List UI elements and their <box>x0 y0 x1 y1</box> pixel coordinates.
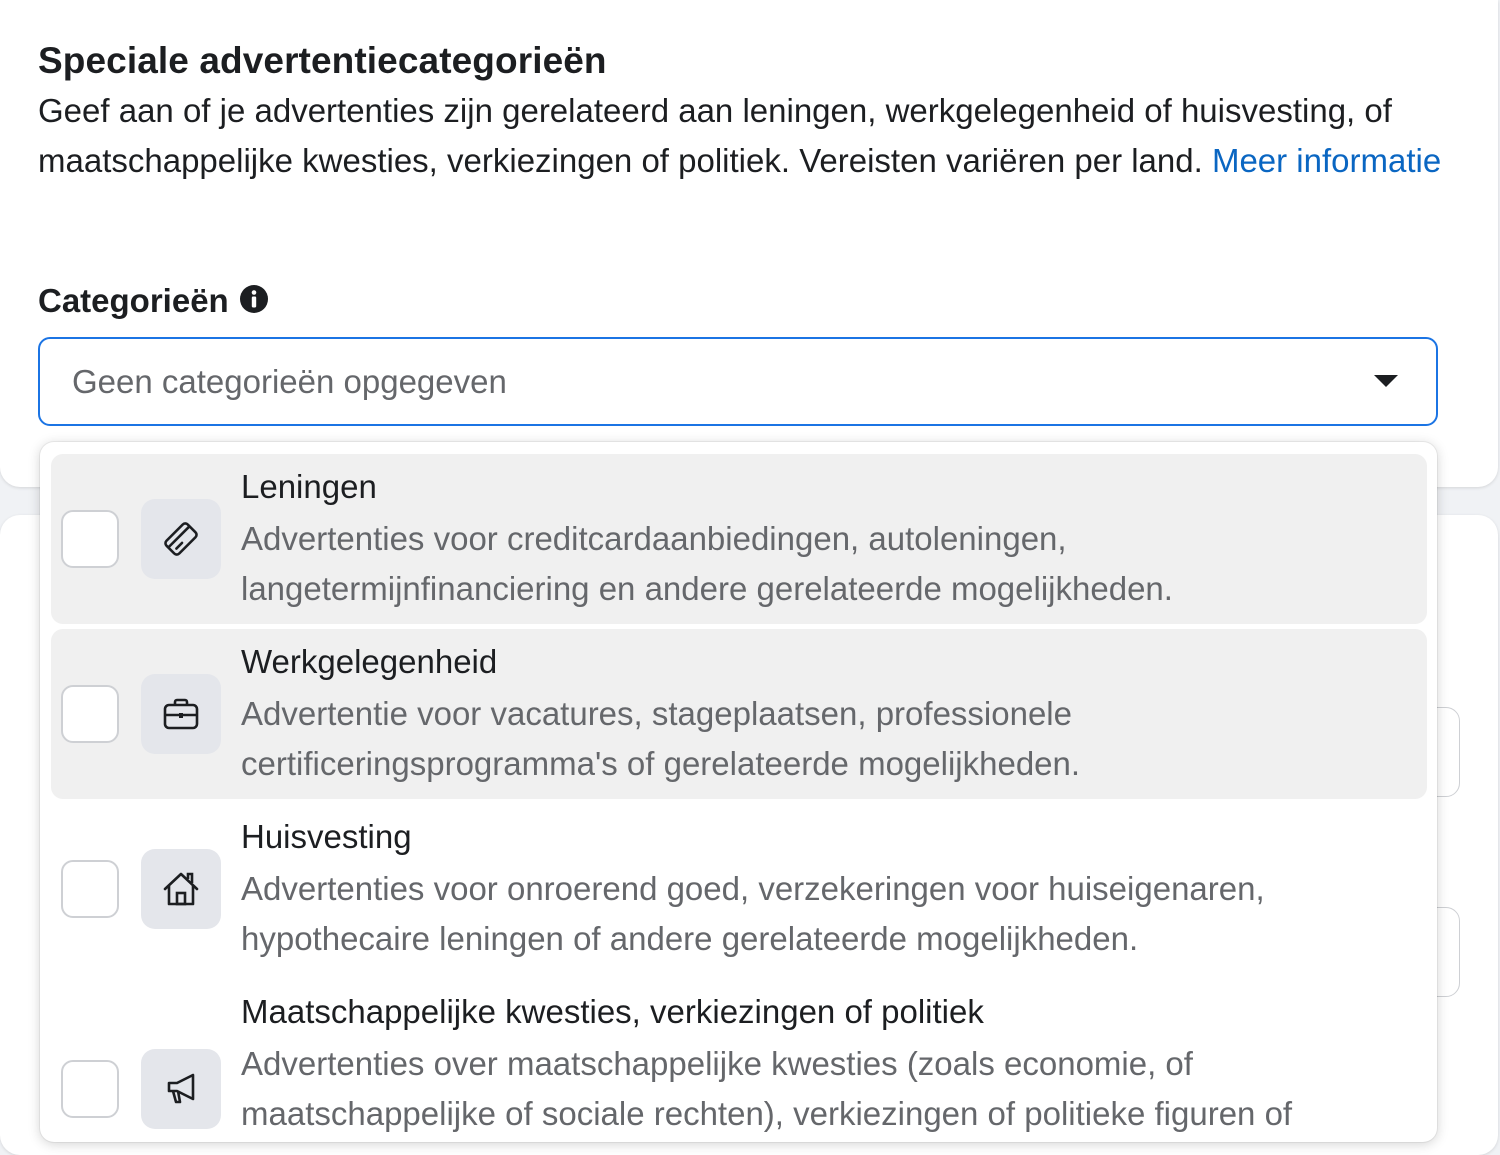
option-description: Advertenties voor onroerend goed, verzek… <box>241 870 1265 957</box>
description-text: Geef aan of je advertenties zijn gerelat… <box>38 92 1392 179</box>
categories-select[interactable]: Geen categorieën opgegeven <box>38 337 1438 426</box>
select-placeholder: Geen categorieën opgegeven <box>72 363 507 400</box>
briefcase-icon <box>163 698 199 730</box>
option-title: Leningen <box>241 468 377 505</box>
option-checkbox[interactable] <box>61 685 119 743</box>
categories-label: Categorieën <box>38 282 229 319</box>
option-werkgelegenheid[interactable]: Werkgelegenheid Advertentie voor vacatur… <box>51 629 1427 799</box>
option-icon-tile <box>141 1049 221 1129</box>
categories-dropdown-menu: Leningen Advertenties voor creditcardaan… <box>40 442 1437 1142</box>
option-description: Advertenties voor creditcardaanbiedingen… <box>241 520 1173 607</box>
option-huisvesting[interactable]: Huisvesting Advertenties voor onroerend … <box>51 804 1427 974</box>
section-title: Speciale advertentiecategorieën <box>38 40 607 81</box>
option-checkbox[interactable] <box>61 1060 119 1118</box>
megaphone-icon <box>167 1073 195 1104</box>
option-title: Werkgelegenheid <box>241 643 498 680</box>
option-checkbox[interactable] <box>61 860 119 918</box>
credit-card-icon <box>164 522 198 556</box>
learn-more-link[interactable]: Meer informatie <box>1212 142 1441 179</box>
option-checkbox[interactable] <box>61 510 119 568</box>
option-icon-tile <box>141 499 221 579</box>
option-title: Huisvesting <box>241 818 412 855</box>
caret-down-icon <box>1374 375 1398 387</box>
option-leningen[interactable]: Leningen Advertenties voor creditcardaan… <box>51 454 1427 624</box>
house-icon <box>163 872 199 906</box>
option-icon-tile <box>141 674 221 754</box>
option-description: Advertentie voor vacatures, stageplaatse… <box>241 695 1081 782</box>
info-circle-icon[interactable] <box>239 284 269 314</box>
section-description: Geef aan of je advertenties zijn gerelat… <box>38 86 1458 186</box>
option-politiek[interactable]: Maatschappelijke kwesties, verkiezingen … <box>51 979 1427 1142</box>
option-title: Maatschappelijke kwesties, verkiezingen … <box>241 993 984 1030</box>
option-icon-tile <box>141 849 221 929</box>
option-description: Advertenties over maatschappelijke kwest… <box>241 1045 1293 1132</box>
